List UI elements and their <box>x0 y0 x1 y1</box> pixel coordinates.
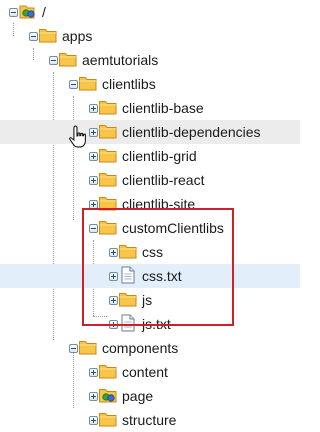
tree-node-label: customClientlibs <box>122 220 224 236</box>
folder-icon <box>118 242 138 260</box>
folder-icon <box>98 362 118 380</box>
tree-node-label: clientlib-dependencies <box>122 124 261 140</box>
tree-node-label: css <box>142 244 163 260</box>
expand-toggle[interactable] <box>89 128 98 137</box>
tree-node-label: js <box>142 292 153 308</box>
tree-node-label: / <box>42 4 46 20</box>
file-icon <box>118 266 138 284</box>
collapse-toggle[interactable] <box>69 80 78 89</box>
tree-row[interactable]: css.txt <box>0 264 300 288</box>
tree-row[interactable]: apps <box>0 24 300 48</box>
tree-node-label: components <box>102 340 179 356</box>
collapse-toggle[interactable] <box>29 32 38 41</box>
tree-row[interactable]: page <box>0 384 300 408</box>
tree-node-label: clientlib-grid <box>122 148 197 164</box>
tree-row[interactable]: clientlib-dependencies <box>0 120 300 144</box>
repository-root-icon <box>18 2 38 20</box>
tree-row[interactable]: clientlibs <box>0 72 300 96</box>
tree-row[interactable]: clientlib-site <box>0 192 300 216</box>
expand-toggle[interactable] <box>89 104 98 113</box>
tree-node-label: structure <box>122 412 177 428</box>
collapse-toggle[interactable] <box>9 8 18 17</box>
repository-tree: / apps aemtutorials clientlibs clientlib-ba… <box>0 0 300 428</box>
tree-row[interactable]: clientlib-base <box>0 96 300 120</box>
collapse-toggle[interactable] <box>89 224 98 233</box>
page-folder-icon <box>98 386 118 404</box>
folder-icon <box>118 290 138 308</box>
tree-node-label: clientlib-base <box>122 100 204 116</box>
folder-icon <box>98 146 118 164</box>
expand-toggle[interactable] <box>109 248 118 257</box>
folder-icon <box>98 98 118 116</box>
folder-icon <box>98 194 118 212</box>
folder-icon <box>58 50 78 68</box>
tree-row[interactable]: js <box>0 288 300 312</box>
tree-node-label: aemtutorials <box>82 52 159 68</box>
tree-node-label: js.txt <box>142 316 171 332</box>
expand-toggle[interactable] <box>89 152 98 161</box>
collapse-toggle[interactable] <box>69 344 78 353</box>
tree-row[interactable]: components <box>0 336 300 360</box>
expand-toggle[interactable] <box>109 296 118 305</box>
tree-row[interactable]: clientlib-react <box>0 168 300 192</box>
file-icon <box>118 314 138 332</box>
tree-row[interactable]: customClientlibs <box>0 216 300 240</box>
expand-toggle[interactable] <box>89 200 98 209</box>
expand-toggle[interactable] <box>109 320 118 329</box>
folder-icon <box>98 410 118 428</box>
expand-toggle[interactable] <box>89 392 98 401</box>
tree-node-label: clientlibs <box>102 76 156 92</box>
folder-icon <box>78 74 98 92</box>
tree-row[interactable]: css <box>0 240 300 264</box>
folder-icon <box>38 26 58 44</box>
tree-row[interactable]: structure <box>0 408 300 432</box>
expand-toggle[interactable] <box>89 176 98 185</box>
tree-row[interactable]: content <box>0 360 300 384</box>
folder-icon <box>98 122 118 140</box>
expand-toggle[interactable] <box>109 272 118 281</box>
tree-node-label: page <box>122 388 154 404</box>
tree-row[interactable]: clientlib-grid <box>0 144 300 168</box>
expand-toggle[interactable] <box>89 368 98 377</box>
tree-row[interactable]: js.txt <box>0 312 300 336</box>
tree-node-label: apps <box>62 28 93 44</box>
tree-node-label: css.txt <box>142 268 182 284</box>
tree-root-row[interactable]: / <box>0 0 300 24</box>
tree-row[interactable]: aemtutorials <box>0 48 300 72</box>
collapse-toggle[interactable] <box>49 56 58 65</box>
tree-node-label: clientlib-site <box>122 196 196 212</box>
folder-icon <box>98 170 118 188</box>
folder-icon <box>78 338 98 356</box>
folder-icon <box>98 218 118 236</box>
tree-node-label: content <box>122 364 168 380</box>
tree-node-label: clientlib-react <box>122 172 205 188</box>
